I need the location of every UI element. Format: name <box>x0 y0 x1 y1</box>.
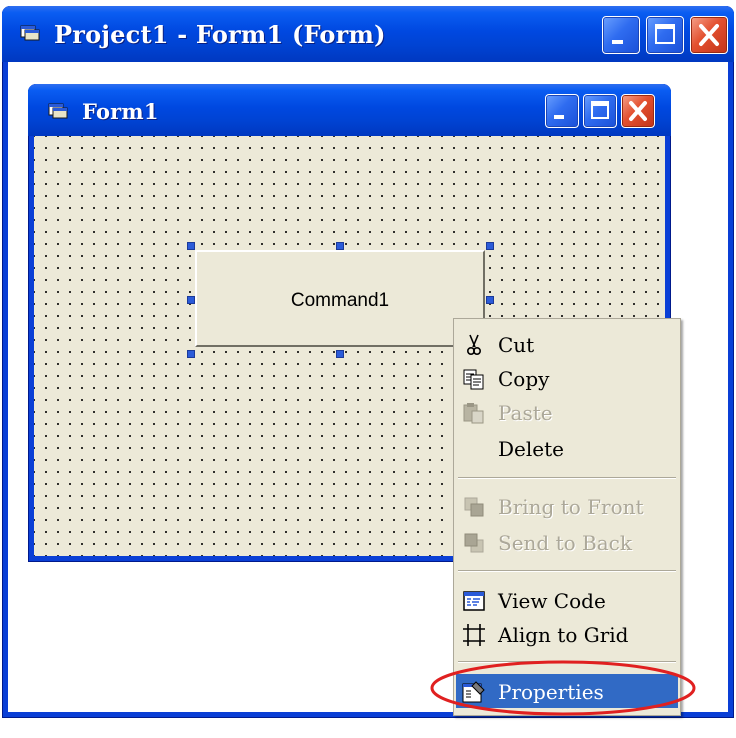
project-window-title: Project1 - Form1 (Form) <box>54 20 386 49</box>
menu-item-label: Send to Back <box>498 531 632 555</box>
maximize-icon <box>591 101 609 119</box>
properties-icon <box>462 681 485 703</box>
menu-separator <box>458 570 676 572</box>
menu-item-view-code[interactable]: View Code <box>456 583 678 617</box>
menu-item-label: Bring to Front <box>498 495 644 519</box>
menu-separator <box>458 661 676 663</box>
copy-icon <box>463 369 484 390</box>
align-grid-icon <box>463 624 485 646</box>
scissors-icon <box>467 334 482 356</box>
paste-icon <box>463 403 484 424</box>
resize-handle-s[interactable] <box>336 350 344 358</box>
minimize-icon <box>554 115 564 119</box>
resize-handle-sw[interactable] <box>187 350 195 358</box>
project-window-titlebar[interactable]: Project1 - Form1 (Form) <box>2 6 734 62</box>
form-app-icon <box>20 25 40 41</box>
resize-handle-ne[interactable] <box>486 242 494 250</box>
context-menu: Cut Copy Paste Delete Bring to Front Sen… <box>453 318 681 716</box>
menu-item-label: View Code <box>498 589 606 613</box>
menu-item-label: Cut <box>498 333 535 357</box>
menu-item-label: Align to Grid <box>498 623 629 647</box>
resize-handle-nw[interactable] <box>187 242 195 250</box>
view-code-icon <box>463 591 485 611</box>
maximize-button[interactable] <box>646 16 684 54</box>
menu-item-label: Properties <box>498 680 604 704</box>
command1-caption: Command1 <box>290 290 390 311</box>
form-app-icon <box>48 103 68 119</box>
form-window-titlebar[interactable]: Form1 <box>28 84 671 136</box>
close-button[interactable] <box>690 16 728 54</box>
close-icon <box>629 101 647 121</box>
resize-handle-e[interactable] <box>486 296 494 304</box>
menu-item-send-to-back[interactable]: Send to Back <box>456 525 678 559</box>
form-minimize-button[interactable] <box>545 94 579 128</box>
form-maximize-button[interactable] <box>583 94 617 128</box>
resize-handle-n[interactable] <box>336 242 344 250</box>
menu-item-align-to-grid[interactable]: Align to Grid <box>456 617 678 651</box>
resize-handle-w[interactable] <box>187 296 195 304</box>
menu-item-bring-to-front[interactable]: Bring to Front <box>456 489 678 523</box>
form-window-title: Form1 <box>82 99 159 124</box>
form-close-button[interactable] <box>621 94 655 128</box>
menu-item-label: Copy <box>498 367 550 391</box>
menu-separator <box>458 477 676 479</box>
menu-item-delete[interactable]: Delete <box>456 431 678 465</box>
maximize-icon <box>655 24 675 44</box>
menu-item-cut[interactable]: Cut <box>456 327 678 361</box>
menu-item-properties[interactable]: Properties <box>456 674 678 708</box>
menu-item-label: Paste <box>498 401 553 425</box>
menu-item-copy[interactable]: Copy <box>456 361 678 395</box>
minimize-button[interactable] <box>602 16 640 54</box>
close-icon <box>699 24 719 46</box>
bring-to-front-icon <box>464 497 484 517</box>
menu-item-label: Delete <box>498 437 564 461</box>
send-to-back-icon <box>464 533 484 553</box>
menu-item-paste[interactable]: Paste <box>456 395 678 429</box>
command1-button[interactable]: Command1 <box>195 250 485 347</box>
minimize-icon <box>612 40 623 44</box>
